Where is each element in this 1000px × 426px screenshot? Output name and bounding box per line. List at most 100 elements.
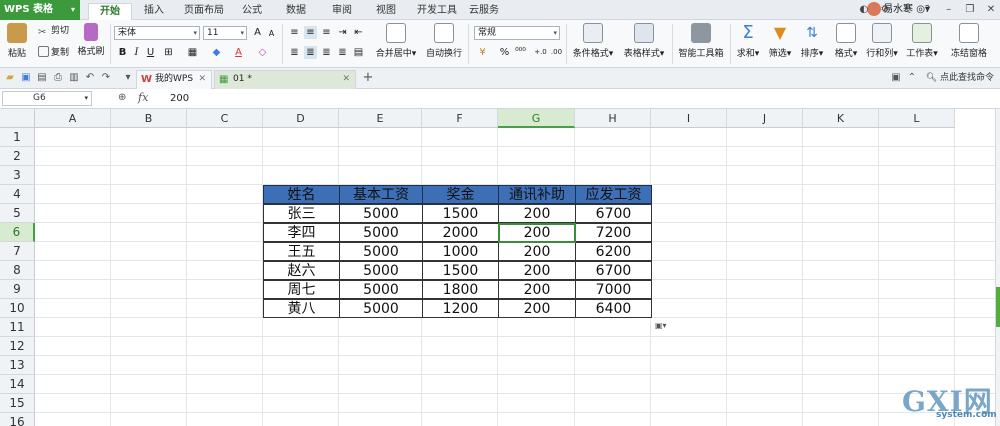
select-all-corner[interactable]: [0, 109, 35, 128]
table-cell[interactable]: 周七: [263, 280, 340, 299]
redo-icon[interactable]: ↷: [100, 72, 112, 84]
table-cell[interactable]: 200: [498, 242, 576, 261]
row-header-14[interactable]: 14: [0, 375, 35, 394]
close-icon[interactable]: ✕: [198, 71, 206, 88]
row-header-11[interactable]: 11: [0, 318, 35, 337]
column-header-d[interactable]: D: [263, 109, 339, 128]
distribute-icon[interactable]: ▤: [352, 46, 365, 59]
cut-button[interactable]: ✂ 剪切: [38, 25, 69, 38]
row-header-4[interactable]: 4: [0, 185, 35, 204]
align-right-icon[interactable]: ≣: [320, 46, 333, 59]
column-header-k[interactable]: K: [803, 109, 879, 128]
formula-input[interactable]: 200: [170, 93, 189, 104]
tab-data[interactable]: 数据: [278, 3, 314, 20]
table-cell[interactable]: 张三: [263, 204, 340, 223]
row-header-16[interactable]: 16: [0, 413, 35, 426]
tab-my-wps[interactable]: W 我的WPS ✕: [136, 70, 212, 89]
table-style-button[interactable]: 表格样式▾: [620, 23, 668, 59]
row-header-3[interactable]: 3: [0, 166, 35, 185]
settings-icon[interactable]: ⚙: [878, 3, 892, 17]
print-preview-icon[interactable]: ▤: [36, 72, 48, 84]
spreadsheet-grid[interactable]: A B C D E F G H I J K L 1 2 3 4 5 6 7 8 9 10 11 12 13 14 15 16 姓名 基本工…: [0, 109, 995, 426]
chevron-down-icon[interactable]: ▾: [122, 72, 134, 84]
collapse-ribbon-icon[interactable]: ⌃: [906, 72, 918, 84]
sum-button[interactable]: Σ 求和▾: [734, 23, 762, 60]
close-icon[interactable]: ✕: [342, 71, 350, 88]
app-menu-button[interactable]: WPS 表格 ▾: [0, 0, 80, 20]
table-cell[interactable]: 1800: [422, 280, 499, 299]
tab-home[interactable]: 开始: [88, 3, 132, 20]
table-cell[interactable]: 1500: [422, 261, 499, 280]
table-cell[interactable]: 200: [498, 299, 576, 318]
table-cell[interactable]: 200: [498, 280, 576, 299]
format-painter-button[interactable]: 格式刷: [76, 23, 106, 57]
table-cell[interactable]: 5000: [339, 223, 423, 242]
tab-insert[interactable]: 插入: [136, 3, 172, 20]
column-header-f[interactable]: F: [422, 109, 498, 128]
table-cell[interactable]: 6700: [575, 204, 652, 223]
decrease-font-icon[interactable]: A: [265, 27, 278, 40]
table-cell[interactable]: 赵六: [263, 261, 340, 280]
table-cell[interactable]: 5000: [339, 280, 423, 299]
currency-icon[interactable]: ¥: [476, 46, 489, 59]
row-header-10[interactable]: 10: [0, 299, 35, 318]
justify-icon[interactable]: ≣: [336, 46, 349, 59]
column-header-i[interactable]: I: [651, 109, 727, 128]
sort-button[interactable]: ⇅ 排序▾: [798, 23, 826, 59]
increase-font-icon[interactable]: A: [251, 26, 264, 39]
decrease-decimal-icon[interactable]: .00: [550, 46, 563, 59]
undo-icon[interactable]: ↶: [84, 72, 96, 84]
row-header-1[interactable]: 1: [0, 128, 35, 147]
help-icon[interactable]: ?: [920, 3, 934, 17]
clear-format-icon[interactable]: ◇: [256, 46, 269, 59]
copy-button[interactable]: 复制: [38, 46, 69, 59]
border-icon[interactable]: ⊞: [162, 46, 175, 59]
row-header-15[interactable]: 15: [0, 394, 35, 413]
percent-icon[interactable]: %: [498, 46, 511, 59]
tab-developer[interactable]: 开发工具: [412, 3, 462, 20]
smart-toolbox-button[interactable]: 智能工具箱: [676, 23, 726, 59]
align-bottom-icon[interactable]: ≡: [320, 26, 333, 39]
close-icon[interactable]: ✕: [984, 3, 998, 17]
column-header-g[interactable]: G: [498, 109, 575, 128]
table-cell[interactable]: 5000: [339, 242, 423, 261]
fill-color-icon[interactable]: ◆: [210, 46, 223, 59]
print-icon[interactable]: ⎙: [52, 72, 64, 84]
table-cell[interactable]: 5000: [339, 261, 423, 280]
increase-decimal-icon[interactable]: +.0: [534, 46, 547, 59]
table-cell[interactable]: 5000: [339, 204, 423, 223]
tab-current-doc[interactable]: ▦ 01 * ✕: [214, 70, 356, 89]
table-cell[interactable]: 6400: [575, 299, 652, 318]
conditional-format-button[interactable]: 条件格式▾: [570, 23, 616, 59]
row-header-9[interactable]: 9: [0, 280, 35, 299]
table-cell[interactable]: 李四: [263, 223, 340, 242]
align-middle-icon[interactable]: ≡: [304, 26, 317, 39]
column-header-l[interactable]: L: [879, 109, 955, 128]
table-cell[interactable]: 黄八: [263, 299, 340, 318]
scrollbar-thumb[interactable]: [996, 287, 1000, 327]
command-search[interactable]: 🔍︎ 点此查找命令: [926, 72, 994, 85]
row-header-6[interactable]: 6: [0, 223, 35, 242]
indent-icon[interactable]: ⇥: [336, 26, 349, 39]
align-left-icon[interactable]: ≣: [288, 46, 301, 59]
paste-button[interactable]: 粘贴: [4, 23, 30, 59]
align-top-icon[interactable]: ≡: [288, 26, 301, 39]
row-col-button[interactable]: 行和列▾: [864, 23, 900, 59]
column-header-h[interactable]: H: [575, 109, 651, 128]
screen-icon[interactable]: ▣: [890, 72, 902, 84]
table-cell[interactable]: 王五: [263, 242, 340, 261]
function-icon[interactable]: fx: [138, 91, 148, 104]
table-cell[interactable]: 1500: [422, 204, 499, 223]
column-header-c[interactable]: C: [187, 109, 263, 128]
column-header-b[interactable]: B: [111, 109, 187, 128]
row-header-8[interactable]: 8: [0, 261, 35, 280]
table-cell[interactable]: 2000: [422, 223, 499, 242]
table-cell[interactable]: 200: [498, 261, 576, 280]
paste-options-icon[interactable]: ▣▾: [655, 320, 673, 332]
format-button[interactable]: 格式▾: [832, 23, 860, 59]
wrap-text-button[interactable]: 自动换行: [424, 23, 464, 59]
name-box[interactable]: G6 ▾: [2, 91, 92, 106]
align-center-icon[interactable]: ≣: [304, 46, 317, 59]
merge-center-button[interactable]: 合并居中▾: [372, 23, 420, 59]
minimize-icon[interactable]: –: [942, 3, 956, 17]
